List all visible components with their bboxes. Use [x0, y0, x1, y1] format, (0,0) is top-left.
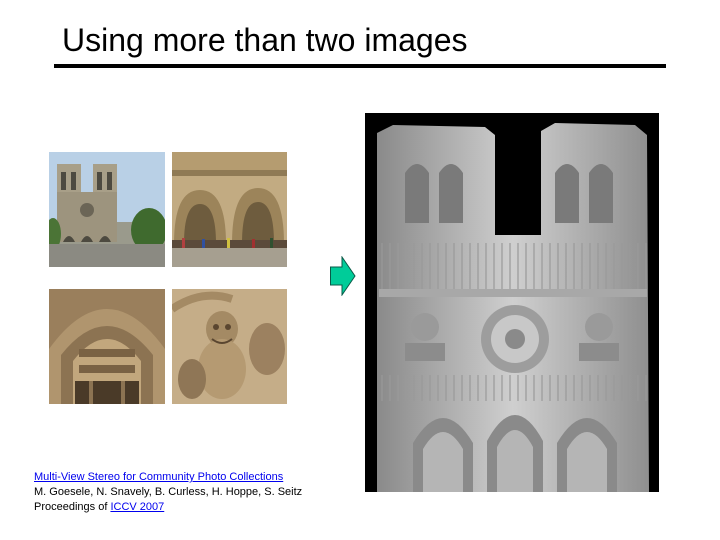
photo-cathedral-distant — [49, 152, 165, 267]
photo-facade-portals — [172, 152, 287, 267]
proceedings-prefix: Proceedings of — [34, 501, 111, 513]
citation-proceedings: Proceedings of ICCV 2007 — [34, 500, 302, 515]
reconstruction-model — [365, 113, 659, 492]
title-underline — [54, 64, 666, 68]
photo-tympanum — [49, 289, 165, 404]
citation-authors: M. Goesele, N. Snavely, B. Curless, H. H… — [34, 486, 303, 498]
right-arrow-icon — [330, 256, 356, 296]
photo-sculpture-detail — [172, 289, 287, 404]
paper-link[interactable]: Multi-View Stereo for Community Photo Co… — [34, 471, 283, 483]
conference-link[interactable]: ICCV 2007 — [110, 501, 164, 513]
slide-title: Using more than two images — [62, 22, 468, 58]
citation: Multi-View Stereo for Community Photo Co… — [34, 470, 302, 515]
